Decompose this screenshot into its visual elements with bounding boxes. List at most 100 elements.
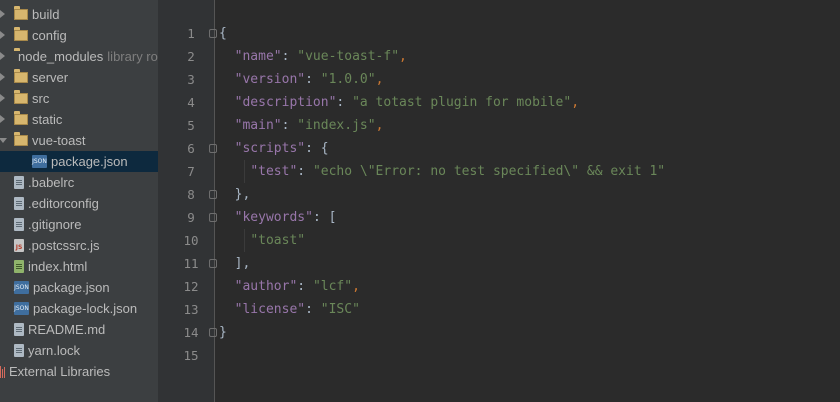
line-number: 1 [187, 26, 195, 41]
indent-guide [244, 229, 245, 252]
code-line[interactable]: "license": "ISC" [219, 298, 360, 321]
code-line[interactable]: "description": "a totast plugin for mobi… [219, 91, 579, 114]
tree-item[interactable]: .babelrc [0, 172, 158, 193]
code-token: , [375, 72, 384, 87]
code-line[interactable]: "scripts": { [219, 137, 329, 160]
fold-marker-icon[interactable] [209, 190, 217, 199]
text-file-icon [14, 176, 24, 189]
tree-item-label: build [32, 7, 60, 22]
tree-item[interactable]: index.html [0, 256, 158, 277]
code-token: "author" [234, 279, 298, 294]
tree-item[interactable]: vue-toast [0, 130, 158, 151]
js-file-icon: JS [14, 239, 24, 252]
folder-icon [14, 6, 28, 20]
gutter-separator [214, 0, 215, 402]
fold-marker-icon[interactable] [209, 328, 217, 337]
line-number: 13 [183, 302, 199, 317]
tree-item[interactable]: README.md [0, 319, 158, 340]
tree-item-label: package-lock.json [33, 301, 138, 316]
code-token: "test" [250, 164, 298, 179]
code-token: }, [219, 187, 251, 202]
project-tree[interactable]: build config node_moduleslibrary root serve… [0, 0, 158, 402]
tree-item[interactable]: yarn.lock [0, 340, 158, 361]
code-line[interactable]: } [219, 321, 227, 344]
tree-item[interactable]: External Libraries [0, 361, 158, 382]
tree-item[interactable]: config [0, 25, 158, 46]
indent-guide [244, 160, 245, 183]
tree-item[interactable]: JSON package.json [0, 277, 158, 298]
code-line[interactable]: ], [219, 252, 251, 275]
text-file-icon [14, 344, 24, 357]
tree-item-label: package.json [33, 280, 110, 295]
chevron-right-icon[interactable] [0, 73, 5, 81]
tree-item[interactable]: node_moduleslibrary root [0, 46, 158, 67]
tree-item[interactable]: src [0, 88, 158, 109]
code-token: , [399, 49, 407, 64]
code-line[interactable]: "main": "index.js", [219, 114, 384, 137]
code-line[interactable]: { [219, 22, 227, 45]
chevron-down-icon[interactable] [0, 138, 7, 143]
tree-item[interactable]: JSON package.json [0, 151, 158, 172]
code-token: "index.js" [297, 118, 376, 133]
code-line[interactable]: "toast" [219, 229, 305, 252]
code-line[interactable]: "test": "echo \"Error: no test specified… [219, 160, 665, 183]
code-token: , [571, 95, 580, 110]
tree-item[interactable]: .gitignore [0, 214, 158, 235]
code-token: : [305, 72, 321, 87]
tree-item-label: README.md [28, 322, 106, 337]
code-token: "lcf" [312, 279, 353, 294]
tree-item[interactable]: JSON package-lock.json [0, 298, 158, 319]
tree-item[interactable]: JS .postcssrc.js [0, 235, 158, 256]
tree-item[interactable]: .editorconfig [0, 193, 158, 214]
code-token: "ISC" [320, 302, 360, 317]
folder-icon [14, 27, 28, 41]
tree-item-label: yarn.lock [28, 343, 81, 358]
tree-item[interactable]: build [0, 4, 158, 25]
json-file-icon: JSON [14, 281, 29, 294]
code-token: "description" [234, 95, 337, 110]
code-line[interactable]: "version": "1.0.0", [219, 68, 384, 91]
line-number: 10 [183, 233, 199, 248]
code-editor[interactable]: { "name": "vue-toast-f", "version": "1.0… [209, 0, 840, 402]
chevron-right-icon[interactable] [0, 94, 5, 102]
line-number-gutter: 1 2 3 4 5 6 7 8 9 10 11 12 13 14 15 [158, 0, 214, 402]
chevron-right-icon[interactable] [0, 115, 5, 123]
library-icon [0, 365, 5, 378]
line-number: 11 [183, 256, 199, 271]
code-line[interactable]: "author": "lcf", [219, 275, 360, 298]
fold-marker-icon[interactable] [209, 259, 217, 268]
code-line[interactable]: "keywords": [ [219, 206, 337, 229]
fold-marker-icon[interactable] [209, 213, 217, 222]
tree-item[interactable]: server [0, 67, 158, 88]
code-token: "version" [234, 72, 306, 87]
chevron-right-icon[interactable] [0, 10, 5, 18]
tree-item-label: node_modules [18, 49, 104, 64]
code-token: "1.0.0" [320, 72, 376, 87]
tree-item-label: config [32, 28, 67, 43]
code-line[interactable]: "name": "vue-toast-f", [219, 45, 407, 68]
code-token: "scripts" [234, 141, 306, 156]
code-token: "main" [234, 118, 282, 133]
folder-icon [14, 111, 28, 125]
ide-window: build config node_moduleslibrary root serve… [0, 0, 840, 402]
code-line[interactable]: }, [219, 183, 251, 206]
tree-item[interactable]: static [0, 109, 158, 130]
code-token: : [297, 164, 313, 179]
fold-marker-icon[interactable] [209, 29, 217, 38]
code-token: "keywords" [234, 210, 313, 225]
tree-item-label: src [32, 91, 50, 106]
json-file-icon: JSON [14, 302, 29, 315]
code-token: "license" [234, 302, 306, 317]
code-token: ], [219, 256, 251, 271]
chevron-right-icon[interactable] [0, 31, 5, 39]
tree-item-label: server [32, 70, 69, 85]
chevron-right-icon[interactable] [0, 52, 5, 60]
fold-marker-icon[interactable] [209, 144, 217, 153]
tree-item-label: vue-toast [32, 133, 86, 148]
line-number: 8 [187, 187, 195, 202]
